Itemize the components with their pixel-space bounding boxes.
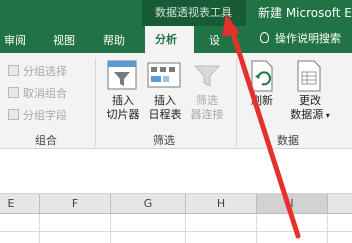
column-header-h[interactable]: H (186, 194, 256, 213)
group-selection-label: 分组选择 (23, 65, 67, 78)
insert-slicer-button[interactable]: 插入 切片器 (103, 94, 143, 122)
ungroup-button[interactable]: 取消组合 (8, 85, 67, 101)
tab-review[interactable]: 审阅 (4, 32, 26, 48)
group-field-button[interactable]: 分组字段 (8, 107, 67, 123)
lightbulb-icon (260, 32, 269, 43)
ribbon-separator (95, 58, 96, 146)
filter-connections-line1: 筛选 (196, 94, 218, 107)
group-selection-icon (8, 65, 19, 76)
group-selection-button[interactable]: 分组选择 (8, 63, 67, 79)
worksheet-grid[interactable] (0, 214, 352, 243)
tab-design[interactable]: 设 (209, 32, 220, 48)
filter-section-label: 筛选 (153, 134, 175, 147)
grid-line (256, 214, 257, 243)
filter-connections-button[interactable]: 筛选 器连接 (186, 94, 228, 122)
tab-view[interactable]: 视图 (53, 32, 75, 48)
grid-line (110, 214, 111, 243)
column-header-f[interactable]: F (40, 194, 110, 213)
insert-timeline-line1: 插入 (154, 94, 176, 107)
column-divider (327, 194, 328, 213)
group-section-label: 组合 (35, 134, 57, 147)
tell-me-search[interactable]: 操作说明搜索 (260, 30, 341, 46)
document-title: 新建 Microsoft E (258, 6, 352, 20)
slicer-icon (107, 60, 137, 90)
column-header-i[interactable]: I (257, 194, 327, 213)
refresh-label: 刷新 (251, 94, 273, 107)
formula-bar-area (0, 149, 352, 194)
grid-line (327, 214, 328, 243)
ungroup-icon (8, 87, 19, 98)
ribbon-separator (236, 58, 237, 146)
insert-slicer-line2: 切片器 (106, 108, 140, 121)
refresh-icon (251, 60, 273, 92)
group-field-label: 分组字段 (23, 109, 67, 122)
chevron-down-icon: ▾ (323, 111, 330, 120)
change-data-source-icon (297, 60, 321, 92)
tell-me-label: 操作说明搜索 (275, 32, 341, 45)
change-data-source-line2: 数据源 ▾ (286, 108, 334, 123)
tab-analyze[interactable]: 分析 (145, 26, 194, 53)
grid-line (39, 214, 40, 243)
column-header-g[interactable]: G (111, 194, 185, 213)
column-headers: E F G H I (0, 194, 352, 214)
pivot-tools-title: 数据透视表工具 (155, 6, 232, 19)
column-header-e[interactable]: E (0, 194, 22, 213)
group-field-icon (8, 109, 19, 120)
grid-line (185, 214, 186, 243)
data-section-label: 数据 (277, 134, 299, 147)
timeline-icon (147, 62, 181, 88)
insert-slicer-line1: 插入 (112, 94, 134, 107)
insert-timeline-button[interactable]: 插入 日程表 (145, 94, 185, 122)
change-data-source-button[interactable]: 更改 数据源 ▾ (286, 94, 334, 123)
tab-help[interactable]: 帮助 (103, 32, 125, 48)
grid-line (0, 231, 352, 232)
change-data-source-label2: 数据源 (290, 108, 324, 121)
filter-connections-line2: 器连接 (190, 108, 224, 121)
insert-timeline-line2: 日程表 (148, 108, 182, 121)
ungroup-label: 取消组合 (23, 87, 67, 100)
filter-connections-icon (193, 65, 221, 87)
refresh-button[interactable]: 刷新 (240, 94, 284, 108)
change-data-source-line1: 更改 (299, 94, 321, 107)
